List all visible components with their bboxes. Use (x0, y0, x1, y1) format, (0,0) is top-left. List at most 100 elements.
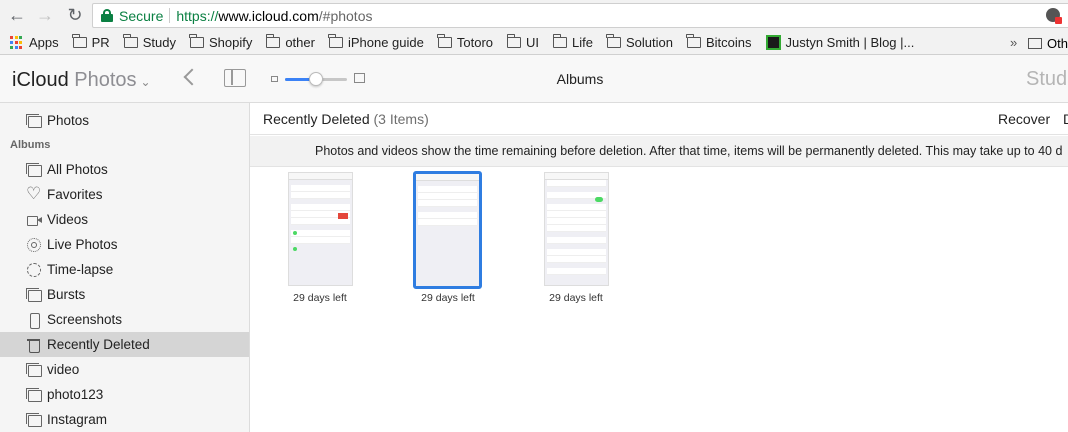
photo-thumbnail[interactable] (544, 172, 609, 286)
sidebar-item-label: All Photos (47, 162, 108, 177)
bookmark-label: Bitcoins (705, 35, 752, 50)
bursts-stack-icon (26, 287, 42, 302)
sidebar-item-label: photo123 (47, 387, 104, 402)
heart-icon (26, 184, 42, 204)
bookmark-study[interactable]: Study (123, 34, 176, 50)
sidebar-item-live-photos[interactable]: Live Photos (0, 232, 249, 257)
sidebar-item-label: Instagram (47, 412, 108, 427)
bookmark-label: PR (91, 35, 110, 50)
sidebar: Photos Albums All Photos Favorites Video… (0, 103, 250, 432)
folder-icon (437, 34, 452, 48)
time-remaining-label: 29 days left (293, 292, 347, 304)
bookmarks-overflow-button[interactable]: » (1010, 35, 1017, 50)
bookmark-other[interactable]: other (265, 34, 315, 50)
url-host: www.icloud.com (218, 7, 319, 24)
url-scheme: https:// (176, 7, 219, 24)
bookmark-label: Study (142, 35, 176, 50)
sidebar-item-bursts[interactable]: Bursts (0, 282, 249, 307)
bookmark-totoro[interactable]: Totoro (437, 34, 494, 50)
trash-icon (26, 338, 42, 353)
photos-stack-icon (26, 113, 42, 128)
bookmark-pr[interactable]: PR (72, 34, 110, 50)
album-stack-icon (26, 362, 42, 377)
bookmarks-bar: Apps PR Study Shopify other iPhone guide… (0, 31, 1068, 55)
folder-icon (189, 34, 204, 48)
account-menu[interactable]: Stud (1026, 68, 1067, 91)
folder-icon (265, 34, 281, 48)
timelapse-icon (26, 262, 42, 277)
bookmark-label: Life (572, 35, 593, 50)
album-stack-icon (26, 387, 42, 402)
bookmark-solution[interactable]: Solution (606, 34, 673, 50)
folder-icon (1028, 37, 1042, 49)
forward-arrow-icon[interactable]: → (34, 5, 56, 27)
phone-screenshot-icon (26, 312, 42, 329)
apps-grid-icon (10, 36, 23, 49)
album-header: Recently Deleted (3 Items) Recover D (250, 103, 1068, 135)
bookmark-label: Shopify (208, 35, 253, 50)
video-camera-icon (26, 213, 42, 227)
sidebar-item-video[interactable]: video (0, 357, 249, 382)
sidebar-item-videos[interactable]: Videos (0, 207, 249, 232)
bookmark-label: Solution (625, 35, 673, 50)
photo-thumbnail-selected[interactable] (413, 171, 482, 289)
photos-stack-icon (26, 162, 42, 177)
sidebar-item-photo123[interactable]: photo123 (0, 382, 249, 407)
bookmark-shopify[interactable]: Shopify (189, 34, 253, 50)
address-bar[interactable]: Secure https://www.icloud.com/#photos (92, 3, 1068, 28)
lock-icon (101, 9, 113, 22)
sidebar-item-favorites[interactable]: Favorites (0, 182, 249, 207)
sidebar-item-label: Time-lapse (47, 262, 114, 277)
sidebar-item-screenshots[interactable]: Screenshots (0, 307, 249, 332)
extension-icon[interactable] (1046, 8, 1062, 24)
sidebar-item-time-lapse[interactable]: Time-lapse (0, 257, 249, 282)
albums-heading: Albums (10, 139, 51, 151)
bookmark-iphone-guide[interactable]: iPhone guide (328, 34, 424, 50)
folder-icon (123, 34, 138, 48)
app-header: iCloud Photos ⌄ Albums Stud (0, 55, 1068, 103)
bookmark-bitcoins[interactable]: Bitcoins (686, 34, 752, 50)
sidebar-item-label: Screenshots (47, 312, 123, 327)
secure-label: Secure (119, 7, 164, 24)
sidebar-item-label: video (47, 362, 80, 377)
sidebar-item-photos[interactable]: Photos (0, 108, 249, 133)
album-title: Recently Deleted (3 Items) (263, 111, 429, 127)
album-name: Recently Deleted (263, 111, 370, 127)
sidebar-item-instagram[interactable]: Instagram (0, 407, 249, 432)
bookmark-label: UI (526, 35, 540, 50)
recover-button[interactable]: Recover (998, 111, 1050, 127)
bookmark-label: Justyn Smith | Blog |... (785, 35, 915, 50)
bookmark-label: Totoro (456, 35, 494, 50)
sidebar-item-label: Videos (47, 212, 89, 227)
bookmark-ui[interactable]: UI (506, 34, 540, 50)
sidebar-item-label: Favorites (47, 187, 103, 202)
sidebar-item-label: Bursts (47, 287, 86, 302)
page-title: Albums (556, 71, 604, 87)
reload-icon[interactable]: ↻ (64, 5, 86, 27)
bookmark-apps[interactable]: Apps (0, 35, 59, 50)
photo-thumbnail[interactable] (288, 172, 353, 286)
folder-icon (506, 34, 522, 48)
sidebar-item-label: Live Photos (47, 237, 118, 252)
delete-button[interactable]: D (1063, 111, 1068, 127)
bookmark-other-bookmarks[interactable]: Oth (1028, 31, 1068, 55)
folder-icon (686, 34, 701, 48)
folder-icon (606, 34, 621, 48)
sidebar-item-label: Photos (47, 113, 90, 128)
back-arrow-icon[interactable]: ← (6, 5, 28, 27)
bookmark-label: Oth (1047, 35, 1068, 51)
bookmark-life[interactable]: Life (552, 34, 593, 50)
time-remaining-label: 29 days left (421, 292, 475, 304)
folder-icon (552, 34, 568, 48)
folder-icon (72, 34, 87, 48)
deletion-notice: Photos and videos show the time remainin… (250, 136, 1068, 167)
sidebar-item-label: Recently Deleted (47, 337, 150, 352)
sidebar-item-recently-deleted[interactable]: Recently Deleted (0, 332, 249, 357)
bookmark-justyn-blog[interactable]: Justyn Smith | Blog |... (765, 35, 915, 50)
album-stack-icon (26, 412, 42, 427)
sidebar-item-all-photos[interactable]: All Photos (0, 157, 249, 182)
live-photo-icon (26, 237, 42, 252)
site-favicon (765, 35, 781, 50)
bookmark-label: iPhone guide (347, 35, 424, 50)
folder-icon (328, 34, 343, 48)
